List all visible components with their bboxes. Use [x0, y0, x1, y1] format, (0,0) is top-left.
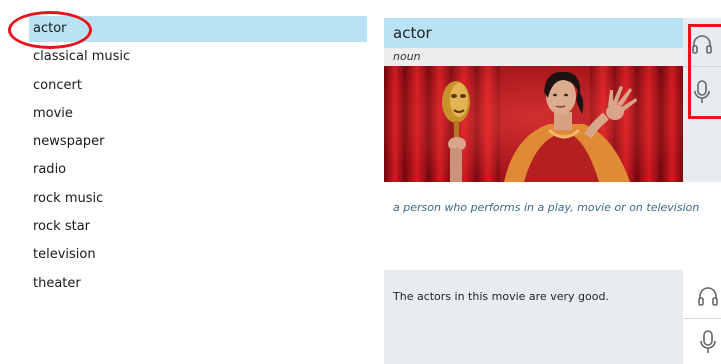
card-header: actor	[384, 18, 683, 48]
word-item-actor[interactable]: actor	[29, 16, 367, 42]
part-of-speech: noun	[393, 50, 421, 63]
listen-example-button[interactable]	[689, 274, 721, 318]
word-item-rock-music[interactable]: rock music	[29, 186, 367, 212]
headphones-icon	[698, 287, 718, 306]
action-divider	[683, 66, 721, 67]
word-item-theater[interactable]: theater	[29, 271, 367, 297]
record-example-button[interactable]	[689, 320, 721, 364]
example-action-divider	[683, 318, 721, 319]
actor-photo-illustration	[384, 66, 683, 182]
word-list: actor classical music concert movie news…	[29, 16, 367, 299]
word-item-newspaper[interactable]: newspaper	[29, 129, 367, 155]
card-word: actor	[393, 24, 432, 42]
word-item-concert[interactable]: concert	[29, 73, 367, 99]
word-item-radio[interactable]: radio	[29, 157, 367, 183]
listen-word-button[interactable]	[683, 22, 721, 66]
word-item-rock-star[interactable]: rock star	[29, 214, 367, 240]
word-item-television[interactable]: television	[29, 242, 367, 268]
headphones-icon	[692, 35, 712, 54]
microphone-icon	[700, 330, 716, 353]
record-word-button[interactable]	[683, 70, 721, 114]
word-item-classical-music[interactable]: classical music	[29, 44, 367, 70]
card-part-of-speech-bar: noun	[384, 48, 683, 66]
example-sentence: The actors in this movie are very good.	[393, 290, 609, 303]
definition-text: a person who performs in a play, movie o…	[393, 201, 700, 214]
actor-photo	[384, 66, 683, 182]
microphone-icon	[694, 80, 710, 103]
example-sentence-box: The actors in this movie are very good.	[384, 270, 683, 364]
word-item-movie[interactable]: movie	[29, 101, 367, 127]
